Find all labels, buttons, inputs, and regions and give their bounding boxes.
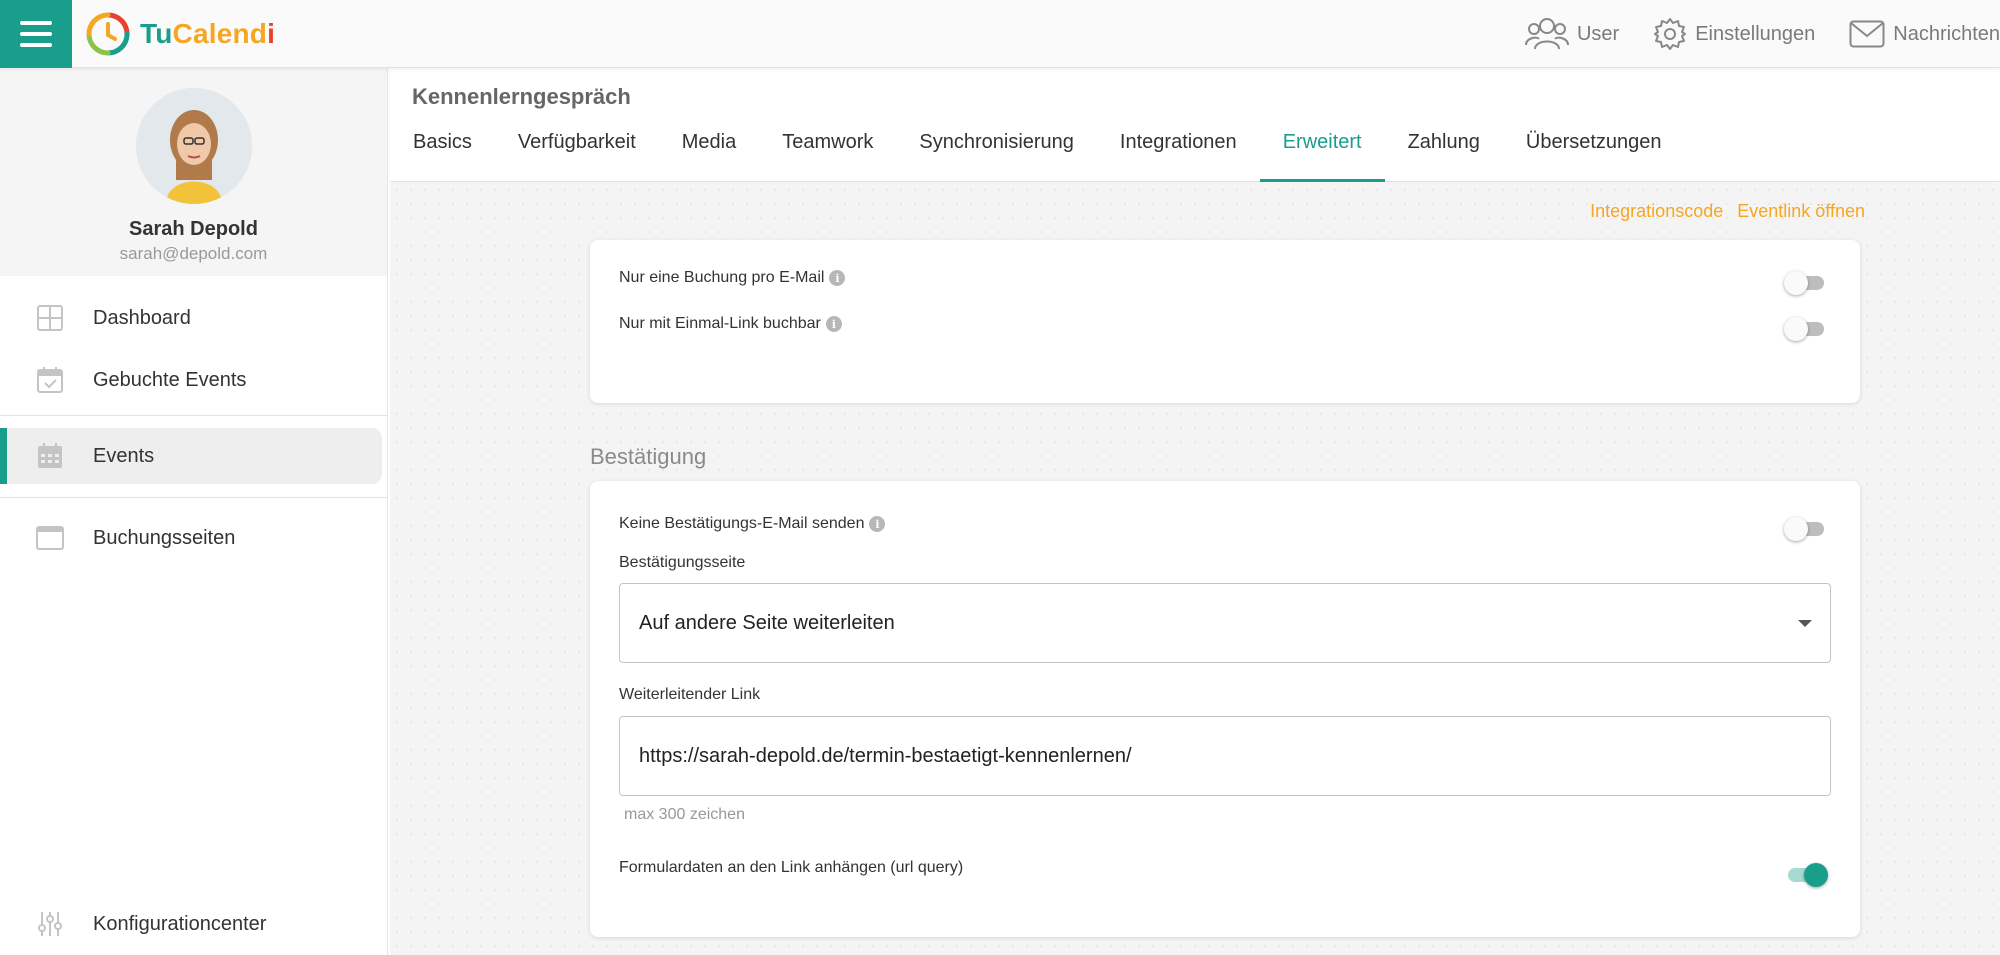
topnav-settings[interactable]: Einstellungen	[1653, 17, 1815, 51]
sidebar-item-booking-pages[interactable]: Buchungsseiten	[0, 510, 388, 566]
app-logo[interactable]: TuCalendi	[84, 8, 275, 60]
tab-synchronization[interactable]: Synchronisierung	[896, 124, 1097, 182]
event-header: Kennenlerngespräch Basics Verfügbarkeit …	[390, 68, 2000, 182]
logo-part-calend: Calend	[172, 18, 268, 49]
confirmation-page-select[interactable]: Auf andere Seite weiterleiten	[619, 583, 1831, 663]
sidebar-item-config-center[interactable]: Konfigurationcenter	[0, 896, 388, 952]
open-event-link[interactable]: Eventlink öffnen	[1737, 201, 1865, 222]
confirmation-page-label: Bestätigungsseite	[619, 554, 746, 571]
info-icon[interactable]: i	[829, 270, 846, 286]
single-use-link-label: Nur mit Einmal-Link buchbar i	[619, 315, 842, 333]
redirect-link-input[interactable]: https://sarah-depold.de/termin-bestaetig…	[619, 716, 1831, 796]
one-booking-per-email-toggle[interactable]	[1784, 271, 1824, 295]
profile-panel: Sarah Depold sarah@depold.com	[0, 68, 387, 276]
no-confirmation-email-text: Keine Bestätigungs-E-Mail senden	[619, 515, 865, 532]
event-tabs: Basics Verfügbarkeit Media Teamwork Sync…	[390, 124, 1685, 182]
topnav-user-label: User	[1576, 22, 1620, 45]
booking-restrictions-card: Nur eine Buchung pro E-Mail i Nur mit Ei…	[590, 240, 1860, 403]
content-area: Integrationscode Eventlink öffnen Nur ei…	[390, 183, 2000, 955]
sidebar: Sarah Depold sarah@depold.com Dashboard …	[0, 68, 388, 955]
tab-advanced[interactable]: Erweitert	[1259, 124, 1385, 182]
integration-code-link[interactable]: Integrationscode	[1590, 201, 1723, 222]
sidebar-item-label: Events	[93, 444, 155, 467]
event-links: Integrationscode Eventlink öffnen	[1590, 201, 1865, 222]
confirmation-page-value: Auf andere Seite weiterleiten	[639, 611, 895, 634]
tab-integrations[interactable]: Integrationen	[1097, 124, 1260, 182]
append-form-data-toggle[interactable]	[1788, 863, 1828, 887]
topnav-messages[interactable]: Nachrichten	[1849, 20, 2000, 48]
profile-email: sarah@depold.com	[119, 244, 268, 263]
info-icon[interactable]: i	[869, 516, 886, 532]
topnav-user[interactable]: User	[1524, 15, 1620, 53]
redirect-link-label: Weiterleitender Link	[619, 686, 761, 703]
topnav-settings-label: Einstellungen	[1695, 22, 1816, 45]
top-bar: TuCalendi User Einstellungen Nachrichten	[0, 0, 2000, 68]
window-icon	[36, 526, 64, 550]
profile-name: Sarah Depold	[129, 218, 258, 240]
single-use-link-toggle[interactable]	[1784, 317, 1824, 341]
no-confirmation-email-label: Keine Bestätigungs-E-Mail senden i	[619, 515, 886, 533]
sidebar-item-booked-events[interactable]: Gebuchte Events	[0, 352, 388, 408]
sidebar-item-events[interactable]: Events	[0, 428, 388, 484]
one-booking-per-email-label: Nur eine Buchung pro E-Mail i	[619, 269, 846, 287]
logo-part-tu: Tu	[140, 18, 173, 49]
tab-teamwork[interactable]: Teamwork	[759, 124, 896, 182]
append-form-data-text: Formulardaten an den Link anhängen (url …	[619, 859, 964, 876]
no-confirmation-email-toggle[interactable]	[1784, 517, 1824, 541]
chevron-down-icon	[1798, 620, 1812, 627]
avatar-portrait-icon	[135, 88, 252, 204]
logo-ring-icon	[86, 12, 130, 56]
sidebar-divider	[0, 415, 388, 416]
users-icon	[1524, 18, 1569, 50]
sidebar-item-label: Dashboard	[93, 306, 191, 329]
sidebar-item-dashboard[interactable]: Dashboard	[0, 290, 388, 346]
sliders-icon	[38, 912, 62, 936]
redirect-link-hint: max 300 zeichen	[624, 806, 745, 823]
hamburger-line	[20, 21, 52, 25]
avatar[interactable]	[135, 88, 252, 204]
redirect-link-value: https://sarah-depold.de/termin-bestaetig…	[639, 744, 1132, 767]
sidebar-item-label: Gebuchte Events	[93, 368, 247, 391]
logo-wordmark: TuCalendi	[140, 18, 275, 50]
single-use-link-text: Nur mit Einmal-Link buchbar	[619, 315, 821, 332]
top-navigation: User Einstellungen Nachrichten	[1524, 0, 2000, 68]
toggle-knob	[1784, 517, 1808, 541]
logo-part-i: i	[267, 18, 276, 49]
append-form-data-label: Formulardaten an den Link anhängen (url …	[619, 859, 963, 877]
tab-media[interactable]: Media	[659, 124, 759, 182]
toggle-knob	[1784, 317, 1808, 341]
hamburger-line	[20, 32, 52, 36]
tab-availability[interactable]: Verfügbarkeit	[495, 124, 659, 182]
info-icon[interactable]: i	[825, 316, 842, 332]
tab-payment[interactable]: Zahlung	[1385, 124, 1503, 182]
envelope-icon	[1849, 20, 1885, 48]
one-booking-per-email-text: Nur eine Buchung pro E-Mail	[619, 269, 825, 286]
menu-toggle-button[interactable]	[0, 0, 72, 68]
dashboard-grid-icon	[37, 305, 63, 331]
calendar-check-icon	[37, 367, 63, 393]
sidebar-divider	[0, 497, 388, 498]
gear-icon	[1654, 18, 1687, 50]
tab-basics[interactable]: Basics	[390, 124, 495, 182]
confirmation-section-title: Bestätigung	[590, 444, 707, 469]
sidebar-item-label: Buchungsseiten	[93, 526, 236, 549]
hamburger-line	[20, 43, 52, 47]
page-title: Kennenlerngespräch	[412, 84, 631, 109]
topnav-messages-label: Nachrichten	[1893, 22, 2000, 45]
confirmation-card: Keine Bestätigungs-E-Mail senden i Bestä…	[590, 481, 1860, 937]
toggle-knob	[1804, 863, 1828, 887]
tab-translations[interactable]: Übersetzungen	[1503, 124, 1685, 182]
sidebar-item-label: Konfigurationcenter	[93, 912, 267, 935]
toggle-knob	[1784, 271, 1808, 295]
calendar-icon	[38, 443, 62, 468]
